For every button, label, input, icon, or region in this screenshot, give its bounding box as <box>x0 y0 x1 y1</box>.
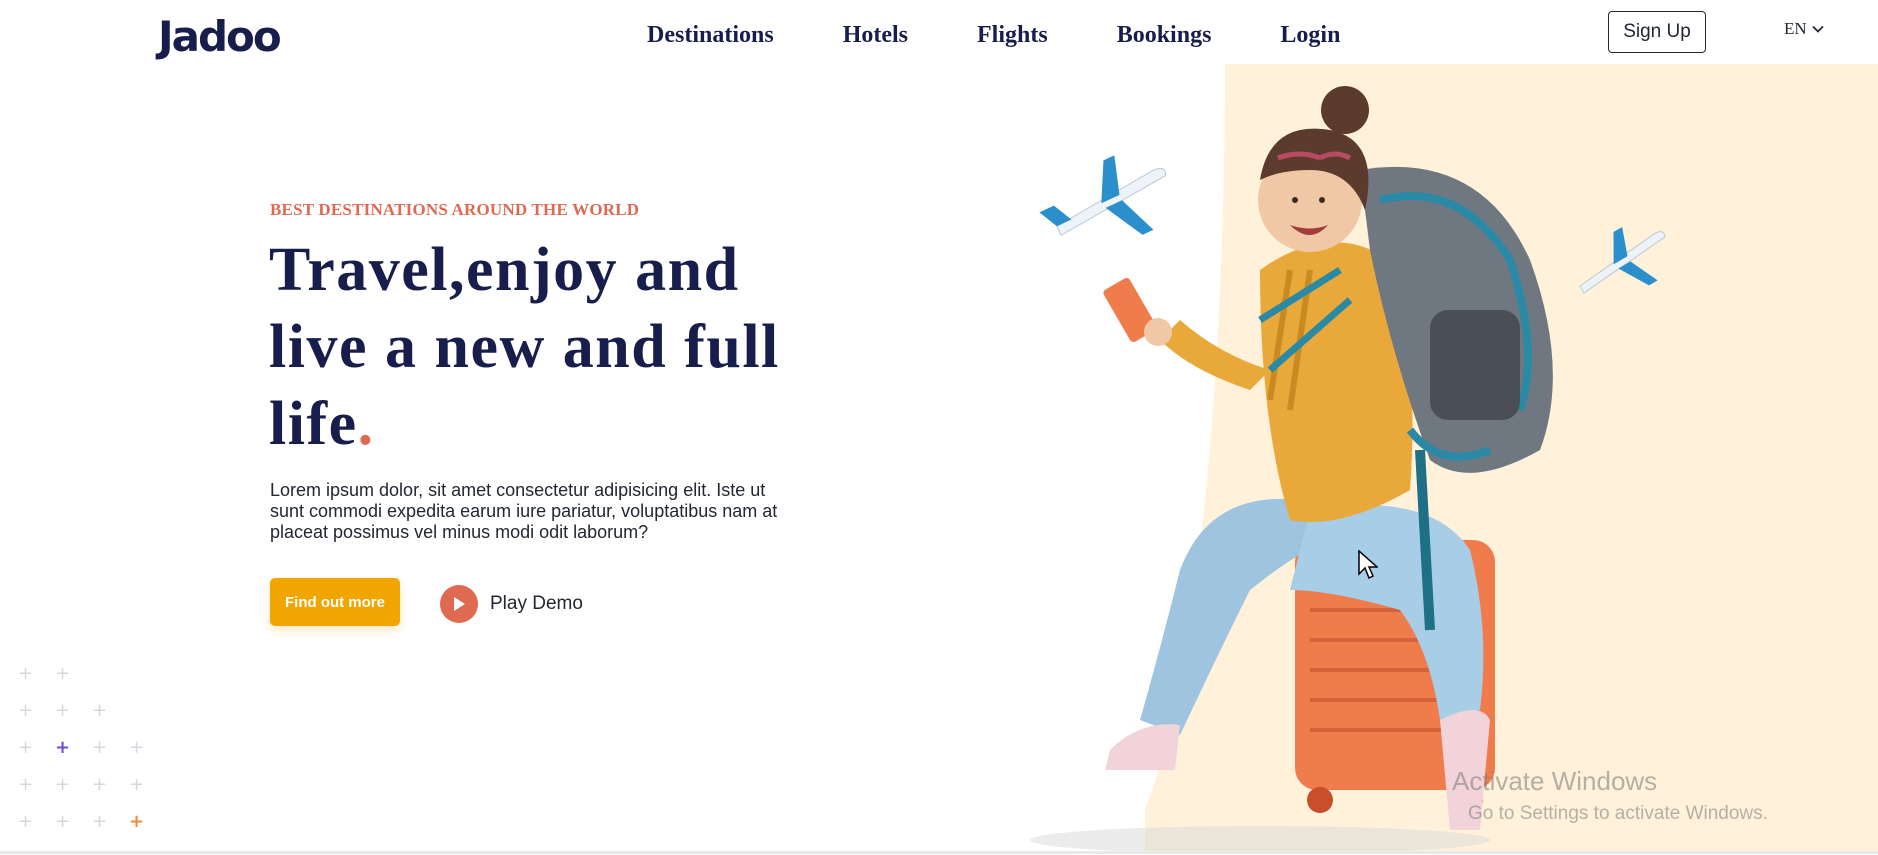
main-nav: Destinations Hotels Flights Bookings Log… <box>647 22 1340 49</box>
plus-icon: + <box>55 811 71 832</box>
plus-icon: + <box>92 737 108 758</box>
brand-logo[interactable]: Jadoo <box>158 12 282 61</box>
language-selector[interactable]: EN <box>1784 19 1824 39</box>
hero-description: Lorem ipsum dolor, sit amet consectetur … <box>270 480 778 542</box>
nav-flights[interactable]: Flights <box>977 22 1048 49</box>
airplane-icon <box>1039 155 1167 237</box>
plus-icon: + <box>18 774 34 795</box>
plus-icon: + <box>55 663 71 684</box>
signup-button[interactable]: Sign Up <box>1608 11 1706 53</box>
plus-icon: + <box>129 811 145 832</box>
hero-headline: Travel,enjoy and live a new and full lif… <box>269 232 829 463</box>
plus-icon: + <box>55 700 71 721</box>
nav-login[interactable]: Login <box>1280 22 1340 49</box>
plus-icon: + <box>18 700 34 721</box>
plus-icon: + <box>129 774 145 795</box>
airplane-icon <box>1579 227 1666 294</box>
chevron-down-icon <box>1812 25 1824 33</box>
plus-icon: + <box>55 737 71 758</box>
decorative-plus-grid: + + + + + + + + + + + + + + + + + <box>18 665 158 855</box>
watermark-line2: Go to Settings to activate Windows. <box>1468 803 1768 824</box>
nav-bookings[interactable]: Bookings <box>1117 22 1212 49</box>
language-label: EN <box>1784 19 1807 38</box>
plus-icon: + <box>92 700 108 721</box>
plus-icon: + <box>18 811 34 832</box>
plus-icon: + <box>18 737 34 758</box>
plus-icon: + <box>92 811 108 832</box>
mouse-cursor-icon <box>1358 550 1378 580</box>
plus-icon: + <box>18 663 34 684</box>
nav-hotels[interactable]: Hotels <box>843 22 908 49</box>
play-icon <box>440 585 478 623</box>
plus-icon: + <box>129 737 145 758</box>
play-demo-button[interactable]: Play Demo <box>440 585 583 623</box>
hero-headline-text: Travel,enjoy and live a new and full lif… <box>269 236 780 458</box>
watermark-line1: Activate Windows <box>1452 766 1658 796</box>
windows-activation-watermark: Activate Windows Go to Settings to activ… <box>1452 766 1768 825</box>
find-out-more-button[interactable]: Find out more <box>270 578 400 626</box>
headline-dot: . <box>357 390 375 458</box>
nav-destinations[interactable]: Destinations <box>647 22 774 49</box>
plus-icon: + <box>55 774 71 795</box>
play-demo-label: Play Demo <box>490 593 583 614</box>
traveler-illustration <box>1030 86 1666 854</box>
plus-icon: + <box>92 774 108 795</box>
hero-tagline: BEST DESTINATIONS AROUND THE WORLD <box>270 200 640 219</box>
